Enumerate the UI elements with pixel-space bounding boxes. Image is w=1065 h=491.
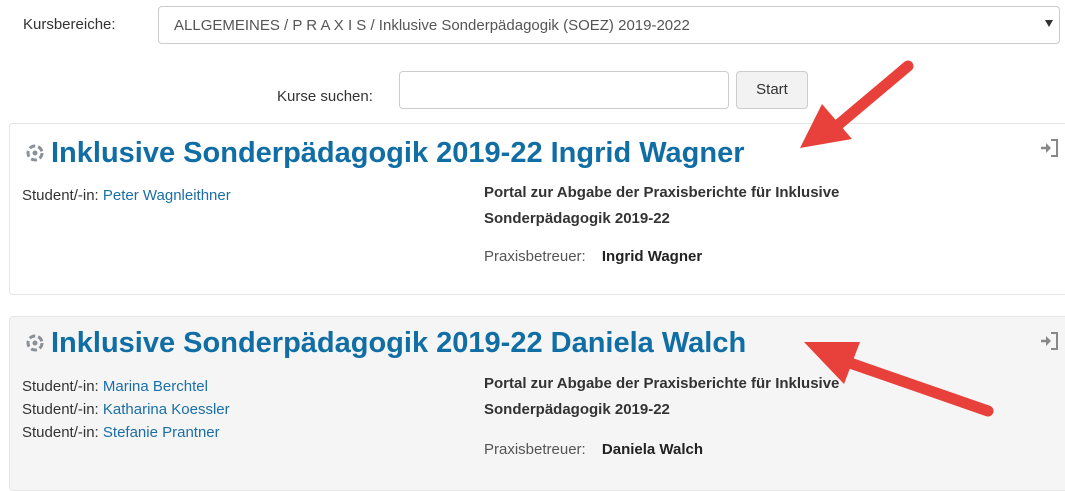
- student-label: Student/-in:: [22, 378, 99, 395]
- student-entry: Student/-in: Peter Wagnleithner: [22, 184, 231, 207]
- enrol-self-icon[interactable]: [1038, 331, 1060, 351]
- course-title-link[interactable]: Inklusive Sonderpädagogik 2019-22 Daniel…: [51, 327, 746, 360]
- student-entry: Student/-in: Marina Berchtel: [22, 375, 230, 398]
- teacher-name: Ingrid Wagner: [601, 248, 703, 265]
- start-button[interactable]: Start: [736, 71, 808, 109]
- chevron-down-icon: [1045, 20, 1053, 27]
- course-teacher: Praxisbetreuer: Daniela Walch: [484, 441, 703, 458]
- category-select[interactable]: ALLGEMEINES / P R A X I S / Inklusive So…: [158, 6, 1060, 44]
- course-teacher: Praxisbetreuer: Ingrid Wagner: [484, 248, 702, 265]
- student-entry: Student/-in: Katharina Koessler: [22, 398, 230, 421]
- student-list: Student/-in: Marina Berchtel Student/-in…: [22, 375, 230, 444]
- student-link[interactable]: Peter Wagnleithner: [103, 187, 231, 204]
- student-label: Student/-in:: [22, 187, 99, 204]
- course-title[interactable]: Inklusive Sonderpädagogik 2019-22 Ingrid…: [24, 135, 745, 171]
- course-title[interactable]: Inklusive Sonderpädagogik 2019-22 Daniel…: [24, 325, 746, 361]
- course-box: Inklusive Sonderpädagogik 2019-22 Ingrid…: [9, 123, 1065, 295]
- teacher-label: Praxisbetreuer:: [484, 248, 586, 265]
- student-link[interactable]: Katharina Koessler: [103, 401, 230, 418]
- category-label: Kursbereiche:: [23, 16, 116, 33]
- student-label: Student/-in:: [22, 424, 99, 441]
- enrol-self-icon[interactable]: [1038, 138, 1060, 158]
- search-label: Kurse suchen:: [277, 88, 373, 105]
- course-summary: Portal zur Abgabe der Praxisberichte für…: [484, 184, 840, 227]
- student-link[interactable]: Stefanie Prantner: [103, 424, 220, 441]
- student-link[interactable]: Marina Berchtel: [103, 378, 208, 395]
- category-select-value: ALLGEMEINES / P R A X I S / Inklusive So…: [174, 17, 690, 34]
- search-input[interactable]: [399, 71, 729, 109]
- teacher-name: Daniela Walch: [601, 441, 704, 458]
- student-label: Student/-in:: [22, 401, 99, 418]
- course-title-link[interactable]: Inklusive Sonderpädagogik 2019-22 Ingrid…: [51, 137, 745, 170]
- teacher-label: Praxisbetreuer:: [484, 441, 586, 458]
- course-icon: [26, 144, 44, 162]
- student-list: Student/-in: Peter Wagnleithner: [22, 184, 231, 207]
- student-entry: Student/-in: Stefanie Prantner: [22, 421, 230, 444]
- course-summary: Portal zur Abgabe der Praxisberichte für…: [484, 375, 840, 418]
- course-icon: [26, 334, 44, 352]
- course-box: Inklusive Sonderpädagogik 2019-22 Daniel…: [9, 316, 1065, 491]
